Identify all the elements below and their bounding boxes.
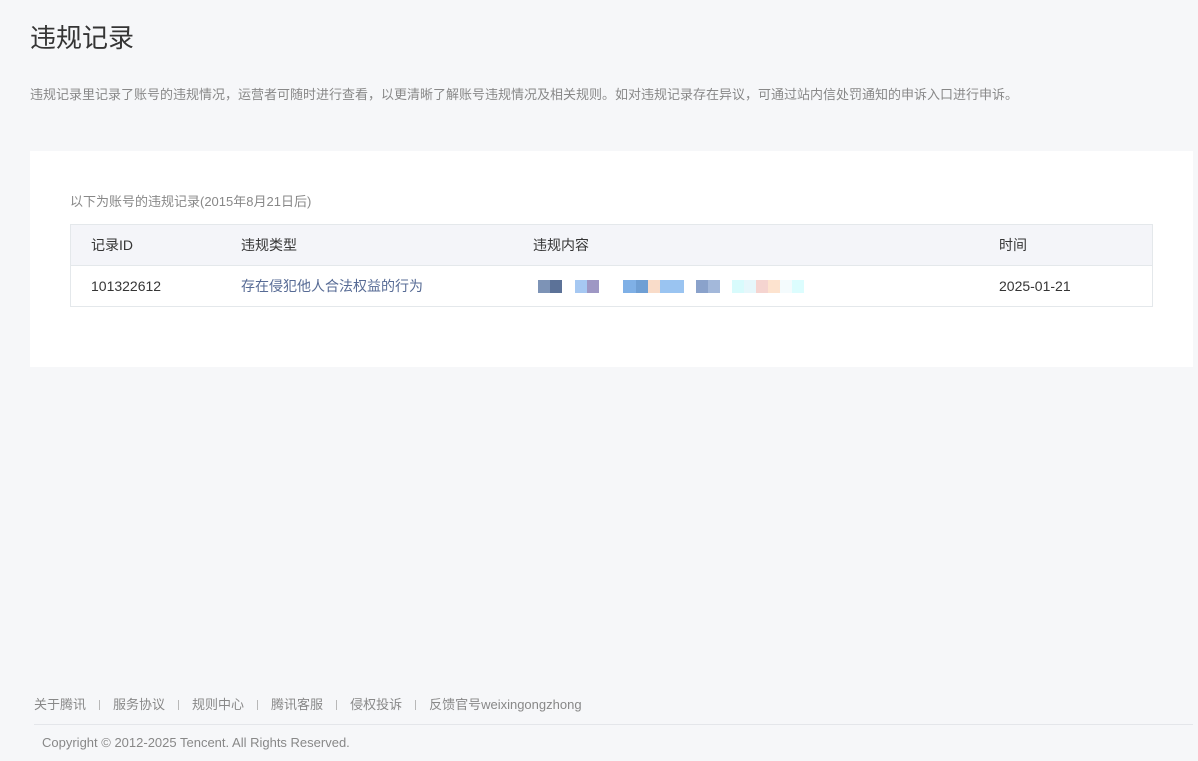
page-description: 违规记录里记录了账号的违规情况，运营者可随时进行查看，以更清晰了解账号违规情况及… <box>30 87 1019 102</box>
column-header-time: 时间 <box>999 237 1027 253</box>
column-header-type: 违规类型 <box>241 237 297 253</box>
footer-links: 关于腾讯 服务协议 规则中心 腾讯客服 侵权投诉 反馈官号weixingongz… <box>34 695 582 715</box>
footer-link-service-agreement[interactable]: 服务协议 <box>113 695 165 715</box>
footer-divider <box>34 724 1193 725</box>
table-row: 101322612 存在侵犯他人合法权益的行为 2025-01-21 <box>71 266 1152 306</box>
column-header-content: 违规内容 <box>533 237 589 253</box>
column-header-id: 记录ID <box>91 237 133 253</box>
footer-separator <box>415 700 417 710</box>
table-header: 记录ID 违规类型 违规内容 时间 <box>71 225 1152 266</box>
table-caption: 以下为账号的违规记录(2015年8月21日后) <box>70 194 312 209</box>
record-id: 101322612 <box>91 278 162 294</box>
footer-link-feedback-account[interactable]: 反馈官号weixingongzhong <box>429 695 581 715</box>
footer-separator <box>257 700 259 710</box>
page: 违规记录 违规记录里记录了账号的违规情况，运营者可随时进行查看，以更清晰了解账号… <box>0 0 1198 761</box>
blurred-content-image <box>538 279 804 293</box>
footer-link-infringement-complaint[interactable]: 侵权投诉 <box>350 695 402 715</box>
violation-content <box>533 266 804 306</box>
records-card: 以下为账号的违规记录(2015年8月21日后) 记录ID 违规类型 违规内容 时… <box>30 151 1193 367</box>
record-time: 2025-01-21 <box>999 278 1071 294</box>
footer-link-customer-service[interactable]: 腾讯客服 <box>271 695 323 715</box>
footer-link-about[interactable]: 关于腾讯 <box>34 695 86 715</box>
copyright-text: Copyright © 2012-2025 Tencent. All Right… <box>42 735 350 750</box>
page-title: 违规记录 <box>30 23 135 53</box>
records-table: 记录ID 违规类型 违规内容 时间 101322612 存在侵犯他人合法权益的行… <box>70 224 1153 307</box>
footer-separator <box>99 700 101 710</box>
violation-type-link[interactable]: 存在侵犯他人合法权益的行为 <box>241 266 423 306</box>
footer-separator <box>178 700 180 710</box>
footer-link-rules-center[interactable]: 规则中心 <box>192 695 244 715</box>
footer-separator <box>336 700 338 710</box>
